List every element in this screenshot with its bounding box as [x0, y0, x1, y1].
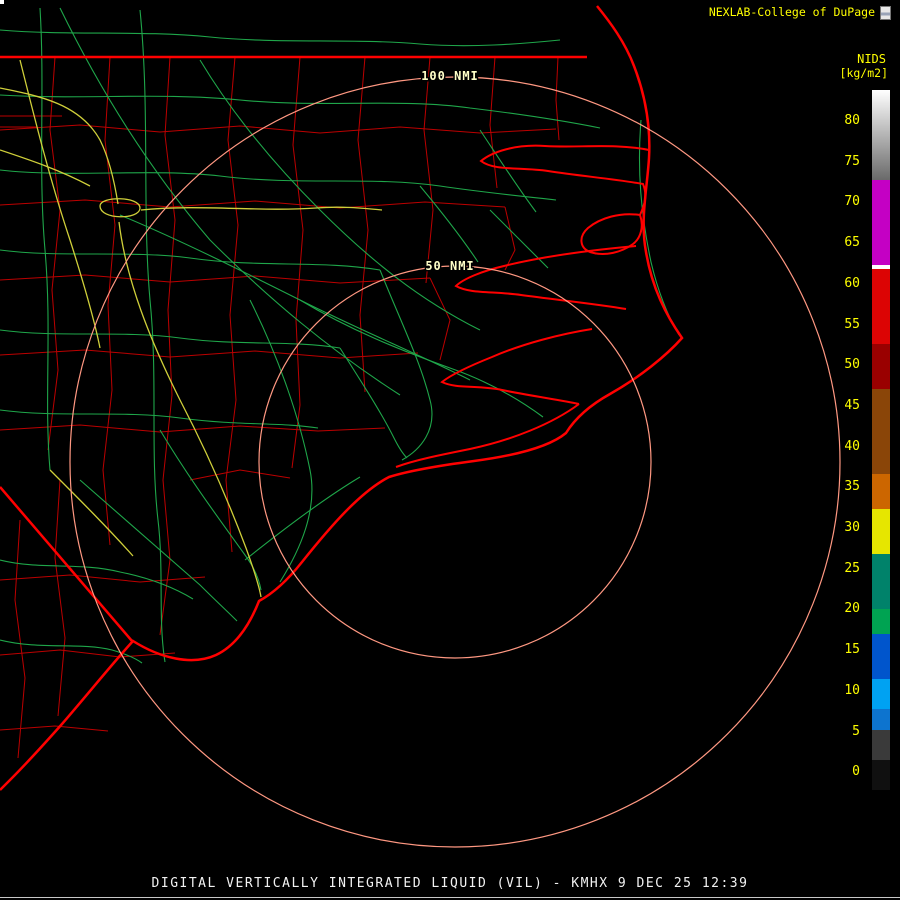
colorbar-label: 30 — [844, 520, 860, 535]
cod-logo-icon — [880, 6, 891, 20]
colorbar-label: 70 — [844, 194, 860, 210]
county-line — [0, 725, 109, 732]
colorbar-label: 80 — [844, 113, 860, 128]
range-ring-50nmi — [258, 265, 652, 659]
colorbar-label: 35 — [844, 479, 860, 495]
colorbar-segment — [872, 269, 890, 344]
legend-units: [kg/m2] — [839, 66, 888, 80]
colorbar-segment — [872, 90, 890, 180]
county-line — [0, 199, 506, 209]
legend-title: NIDS — [857, 52, 886, 66]
county-line — [423, 56, 434, 284]
road-line — [0, 249, 381, 271]
range-ring-100nmi — [69, 76, 841, 848]
colorbar-label: 15 — [844, 642, 860, 658]
road-line — [339, 347, 408, 459]
colorbar-segment — [872, 679, 890, 709]
highway-line — [19, 59, 101, 349]
product-caption: DIGITAL VERTICALLY INTEGRATED LIQUID (VI… — [151, 876, 749, 891]
road-line — [59, 7, 401, 396]
colorbar-label: 25 — [844, 560, 860, 576]
county-line — [504, 206, 516, 271]
county-line — [54, 479, 66, 717]
range-ring-label-100: 100 NMI — [421, 69, 479, 83]
colorbar-segment — [872, 554, 890, 609]
colorbar-segment — [872, 389, 890, 474]
county-line — [14, 519, 26, 759]
colorbar-segment — [872, 180, 890, 265]
road-line — [0, 169, 557, 201]
county-line — [0, 349, 419, 359]
colorbar-segment — [872, 730, 890, 760]
colorbar-segment — [872, 760, 890, 790]
county-line — [0, 649, 176, 658]
range-ring-label-50: 50 NMI — [425, 259, 474, 273]
county-line — [0, 274, 431, 284]
county-line — [189, 469, 291, 481]
county-line — [429, 277, 451, 361]
road-line — [638, 119, 680, 336]
colorbar-segment — [872, 609, 890, 634]
county-line — [0, 124, 557, 134]
colorbar-label: 10 — [844, 682, 860, 698]
road-line — [379, 269, 433, 461]
road-line — [79, 479, 238, 622]
road-line — [0, 94, 601, 129]
highway-line — [118, 221, 262, 598]
colorbar-label: 55 — [844, 316, 860, 332]
road-line — [0, 29, 561, 47]
radar-map: 100 NMI 50 NMI — [0, 5, 841, 848]
county-line — [357, 56, 369, 393]
shoreline — [395, 403, 580, 468]
radar-viewer: 100 NMI 50 NMI NEXLAB-College of DuPage … — [0, 0, 900, 900]
colorbar-label: 50 — [844, 357, 860, 373]
colorbar — [872, 90, 890, 790]
colorbar-label: 60 — [844, 275, 860, 291]
brand-text: NEXLAB-College of DuPage — [708, 5, 875, 19]
road-line — [249, 299, 313, 583]
colorbar-segment — [872, 634, 890, 679]
road-line — [39, 7, 51, 471]
county-line — [489, 56, 498, 189]
colorbar-label: 65 — [844, 235, 860, 251]
bottom-border-line — [0, 897, 900, 898]
shoreline — [454, 245, 637, 310]
brand: NEXLAB-College of DuPage — [709, 5, 891, 20]
colorbar-label: 75 — [844, 153, 860, 169]
highway-line — [49, 469, 134, 557]
highway-line — [140, 206, 383, 211]
road-line — [119, 214, 471, 381]
road-line — [0, 559, 194, 600]
colorbar-label: 5 — [852, 723, 860, 739]
range-rings-layer — [69, 76, 841, 848]
road-line — [159, 429, 262, 591]
colorbar-label: 0 — [852, 764, 860, 780]
colorbar-label: 45 — [844, 397, 860, 413]
highway-line — [0, 87, 119, 205]
colorbar-segment — [872, 344, 890, 389]
colorbar-segment — [872, 709, 890, 730]
county-line — [0, 574, 206, 583]
county-line — [159, 56, 176, 636]
corner-mark — [0, 0, 4, 4]
colorbar-segment — [872, 474, 890, 509]
colorbar-label: 40 — [844, 438, 860, 454]
county-line — [555, 56, 560, 141]
county-line — [225, 56, 239, 553]
roads-layer — [0, 7, 680, 664]
shoreline — [440, 328, 593, 405]
road-line — [244, 476, 361, 561]
county-boundaries-layer — [0, 56, 560, 759]
road-line — [479, 129, 537, 213]
shoreline — [479, 144, 650, 216]
colorbar-segment — [872, 509, 890, 554]
colorbar-label: 20 — [844, 601, 860, 617]
